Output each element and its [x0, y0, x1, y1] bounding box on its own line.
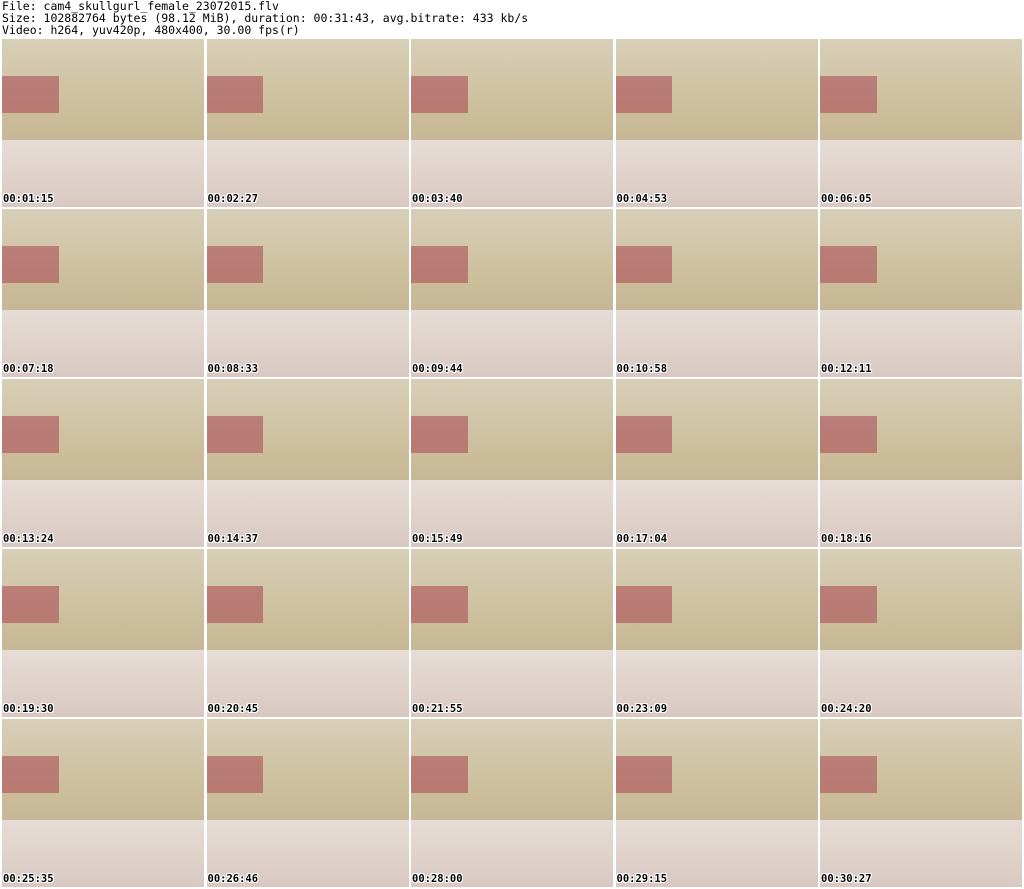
video-frame-thumbnail: 00:02:27 — [206, 39, 409, 207]
frame-timestamp: 00:23:09 — [616, 703, 668, 715]
video-frame-thumbnail: 00:07:18 — [2, 209, 204, 377]
frame-timestamp: 00:15:49 — [412, 533, 463, 545]
video-frame-thumbnail: 00:25:35 — [2, 719, 204, 887]
video-frame-thumbnail: 00:20:45 — [206, 549, 409, 717]
video-frame-thumbnail: 00:26:46 — [206, 719, 409, 887]
frame-timestamp: 00:25:35 — [3, 873, 54, 885]
video-frame-thumbnail: 00:21:55 — [411, 549, 613, 717]
video-frame-thumbnail: 00:01:15 — [2, 39, 204, 207]
video-frame-thumbnail: 00:30:27 — [820, 719, 1022, 887]
frame-timestamp: 00:24:20 — [821, 703, 872, 715]
frame-timestamp: 00:19:30 — [3, 703, 54, 715]
video-frame-thumbnail: 00:09:44 — [411, 209, 613, 377]
video-frame-thumbnail: 00:24:20 — [820, 549, 1022, 717]
frame-timestamp: 00:08:33 — [207, 363, 259, 375]
video-frame-thumbnail: 00:03:40 — [411, 39, 613, 207]
frame-timestamp: 00:10:58 — [616, 363, 668, 375]
video-frame-thumbnail: 00:28:00 — [411, 719, 613, 887]
video-frame-thumbnail: 00:12:11 — [820, 209, 1022, 377]
frame-timestamp: 00:13:24 — [3, 533, 54, 545]
frame-timestamp: 00:20:45 — [207, 703, 259, 715]
video-frame-thumbnail: 00:14:37 — [206, 379, 409, 547]
video-frame-thumbnail: 00:19:30 — [2, 549, 204, 717]
frame-timestamp: 00:14:37 — [207, 533, 259, 545]
frame-timestamp: 00:17:04 — [616, 533, 668, 545]
video-frame-thumbnail: 00:08:33 — [206, 209, 409, 377]
frame-timestamp: 00:18:16 — [821, 533, 872, 545]
video-frame-thumbnail: 00:18:16 — [820, 379, 1022, 547]
frame-timestamp: 00:04:53 — [616, 193, 668, 205]
frame-timestamp: 00:21:55 — [412, 703, 463, 715]
file-info-header: File: cam4_skullgurl_female_23072015.flv… — [2, 0, 1022, 36]
video-frame-thumbnail: 00:06:05 — [820, 39, 1022, 207]
frame-timestamp: 00:29:15 — [616, 873, 668, 885]
frame-timestamp: 00:03:40 — [412, 193, 463, 205]
video-frame-thumbnail: 00:10:58 — [615, 209, 818, 377]
frame-timestamp: 00:28:00 — [412, 873, 463, 885]
video-frame-thumbnail: 00:04:53 — [615, 39, 818, 207]
video-info-line: Video: h264, yuv420p, 480x400, 30.00 fps… — [2, 23, 300, 37]
frame-timestamp: 00:02:27 — [207, 193, 259, 205]
frame-timestamp: 00:06:05 — [821, 193, 872, 205]
thumbnail-grid: 00:01:15 00:02:27 00:03:40 00:04:53 00:06:05… — [2, 39, 1022, 887]
video-frame-thumbnail: 00:17:04 — [615, 379, 818, 547]
video-frame-thumbnail: 00:13:24 — [2, 379, 204, 547]
video-frame-thumbnail: 00:15:49 — [411, 379, 613, 547]
video-frame-thumbnail: 00:23:09 — [615, 549, 818, 717]
frame-timestamp: 00:26:46 — [207, 873, 259, 885]
frame-timestamp: 00:01:15 — [3, 193, 54, 205]
frame-timestamp: 00:30:27 — [821, 873, 872, 885]
video-frame-thumbnail: 00:29:15 — [615, 719, 818, 887]
frame-timestamp: 00:12:11 — [821, 363, 872, 375]
frame-timestamp: 00:07:18 — [3, 363, 54, 375]
frame-timestamp: 00:09:44 — [412, 363, 463, 375]
